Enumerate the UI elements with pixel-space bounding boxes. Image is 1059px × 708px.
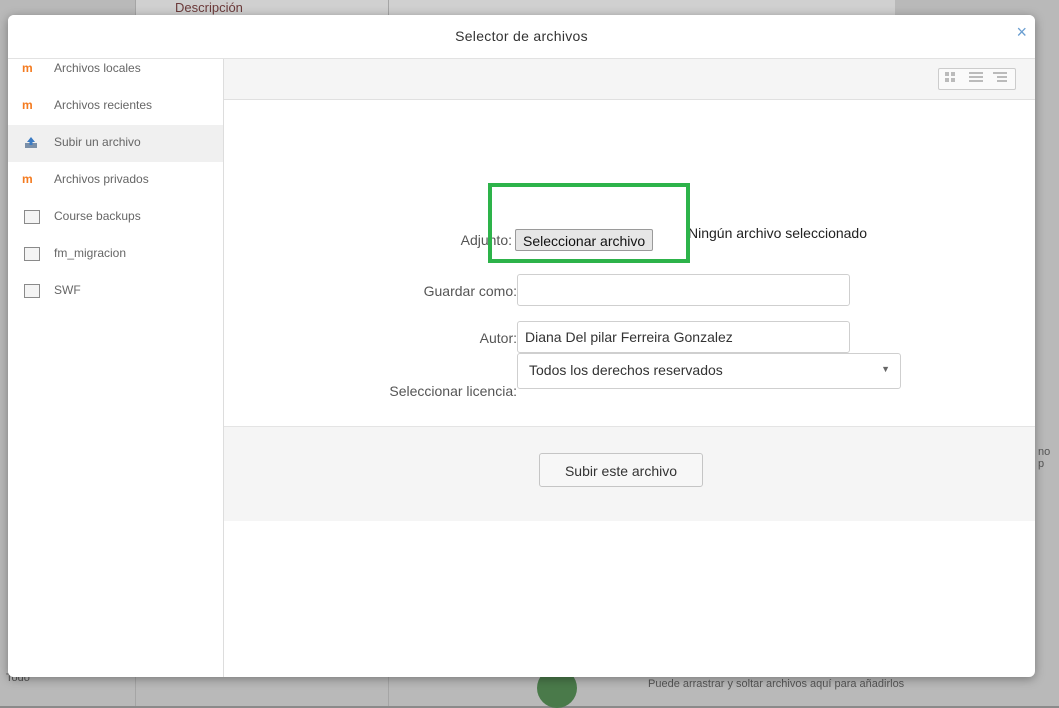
choose-file-button[interactable]: Seleccionar archivo xyxy=(515,229,654,251)
license-label: Seleccionar licencia: xyxy=(389,383,517,399)
sidebar-item-archivos-locales[interactable]: m Archivos locales xyxy=(8,51,223,88)
sidebar-item-archivos-privados[interactable]: m Archivos privados xyxy=(8,162,223,199)
sidebar-item-label: Archivos locales xyxy=(54,61,141,75)
close-icon[interactable]: × xyxy=(1016,22,1027,43)
repository-icon xyxy=(24,247,40,261)
file-picker-toolbar xyxy=(224,59,1035,100)
license-select[interactable]: Todos los derechos reservados ▼ xyxy=(517,353,901,389)
sidebar-item-label: Archivos recientes xyxy=(54,98,153,112)
dialog-title: Selector de archivos xyxy=(455,28,588,44)
sidebar-item-label: Course backups xyxy=(54,209,141,223)
attachment-label: Adjunto: xyxy=(460,232,512,248)
list-view-icon[interactable] xyxy=(969,72,983,85)
author-label: Autor: xyxy=(479,330,517,346)
save-as-input[interactable] xyxy=(517,274,850,306)
background-right-text: no p xyxy=(1038,446,1051,470)
sidebar-item-archivos-recientes[interactable]: m Archivos recientes xyxy=(8,88,223,125)
sidebar-item-fm-migracion[interactable]: fm_migracion xyxy=(8,236,223,273)
tree-view-icon[interactable] xyxy=(993,72,1007,85)
sidebar-item-swf[interactable]: SWF xyxy=(8,273,223,310)
sidebar-item-course-backups[interactable]: Course backups xyxy=(8,199,223,236)
repository-sidebar: m Archivos locales m Archivos recientes … xyxy=(8,59,224,677)
background-dropzone-text: Puede arrastrar y soltar archivos aquí p… xyxy=(648,678,905,690)
sidebar-item-label: SWF xyxy=(54,283,81,297)
sidebar-item-label: fm_migracion xyxy=(54,246,127,260)
file-picker-dialog: Selector de archivos × m Archivos locale… xyxy=(8,15,1035,677)
author-input[interactable] xyxy=(517,321,850,353)
moodle-icon: m xyxy=(22,172,33,186)
grid-view-icon[interactable] xyxy=(945,72,957,85)
repository-icon xyxy=(24,210,40,224)
upload-file-button[interactable]: Subir este archivo xyxy=(539,453,703,487)
moodle-icon: m xyxy=(22,98,33,112)
upload-form: Adjunto: Seleccionar archivo Ningún arch… xyxy=(224,100,1035,425)
background-description-label: Descripción xyxy=(175,0,243,15)
chevron-down-icon: ▼ xyxy=(881,364,890,374)
upload-icon xyxy=(24,136,38,149)
sidebar-item-label: Subir un archivo xyxy=(54,135,141,149)
repository-icon xyxy=(24,284,40,298)
license-select-value: Todos los derechos reservados xyxy=(529,362,723,378)
sidebar-item-subir-un-archivo[interactable]: Subir un archivo xyxy=(8,125,223,162)
sidebar-item-label: Archivos privados xyxy=(54,172,149,186)
form-footer: Subir este archivo xyxy=(224,426,1035,521)
no-file-selected-text: Ningún archivo seleccionado xyxy=(688,225,867,241)
moodle-icon: m xyxy=(22,61,33,75)
view-switcher xyxy=(938,68,1016,90)
save-as-label: Guardar como: xyxy=(423,283,517,299)
